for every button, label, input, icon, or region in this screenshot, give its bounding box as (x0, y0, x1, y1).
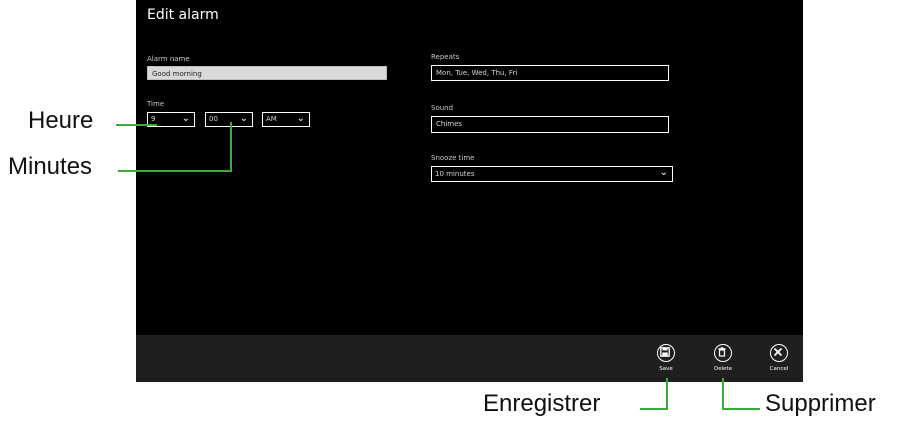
repeats-label: Repeats (431, 53, 460, 61)
cancel-button[interactable]: Cancel (764, 344, 794, 372)
time-label: Time (147, 100, 165, 108)
callout-supprimer: Supprimer (765, 390, 876, 417)
delete-button[interactable]: Delete (708, 344, 738, 372)
callout-enregistrer-line (640, 408, 668, 410)
callout-enregistrer: Enregistrer (483, 390, 601, 417)
callout-minutes-vline (230, 122, 232, 172)
chevron-down-icon: ⌄ (239, 113, 248, 124)
save-label: Save (659, 366, 673, 372)
repeats-field[interactable]: Mon, Tue, Wed, Thu, Fri (431, 65, 669, 81)
chevron-down-icon: ⌄ (181, 113, 190, 124)
sound-label: Sound (431, 104, 454, 112)
callout-supprimer-vline (722, 378, 724, 410)
chevron-down-icon: ⌄ (296, 113, 305, 124)
close-icon (770, 344, 788, 362)
snooze-value: 10 minutes (435, 170, 475, 178)
hour-value: 9 (151, 115, 156, 123)
sound-field[interactable]: Chimes (431, 116, 669, 133)
delete-label: Delete (713, 366, 733, 372)
callout-minutes: Minutes (8, 153, 93, 180)
edit-alarm-screen: Edit alarm Alarm name Good morning Time … (136, 0, 803, 382)
save-button[interactable]: Save (651, 344, 681, 372)
page-title: Edit alarm (147, 7, 219, 23)
app-bar: Save Delete Cancel (136, 335, 803, 382)
callout-enregistrer-vline (666, 378, 668, 410)
alarm-name-input[interactable]: Good morning (147, 66, 387, 80)
ampm-value: AM (266, 115, 277, 123)
alarm-name-label: Alarm name (147, 55, 190, 63)
save-icon (657, 344, 675, 362)
snooze-select[interactable]: 10 minutes ⌄ (431, 166, 673, 182)
cancel-label: Cancel (769, 366, 789, 372)
callout-minutes-line (118, 170, 232, 172)
callout-heure: Heure (28, 107, 94, 134)
ampm-select[interactable]: AM ⌄ (262, 112, 310, 127)
snooze-label: Snooze time (431, 154, 475, 162)
trash-icon (714, 344, 732, 362)
minute-value: 00 (209, 115, 218, 123)
callout-heure-line (116, 124, 157, 126)
minute-select[interactable]: 00 ⌄ (205, 112, 253, 127)
callout-supprimer-line (722, 408, 760, 410)
chevron-down-icon: ⌄ (659, 167, 668, 178)
